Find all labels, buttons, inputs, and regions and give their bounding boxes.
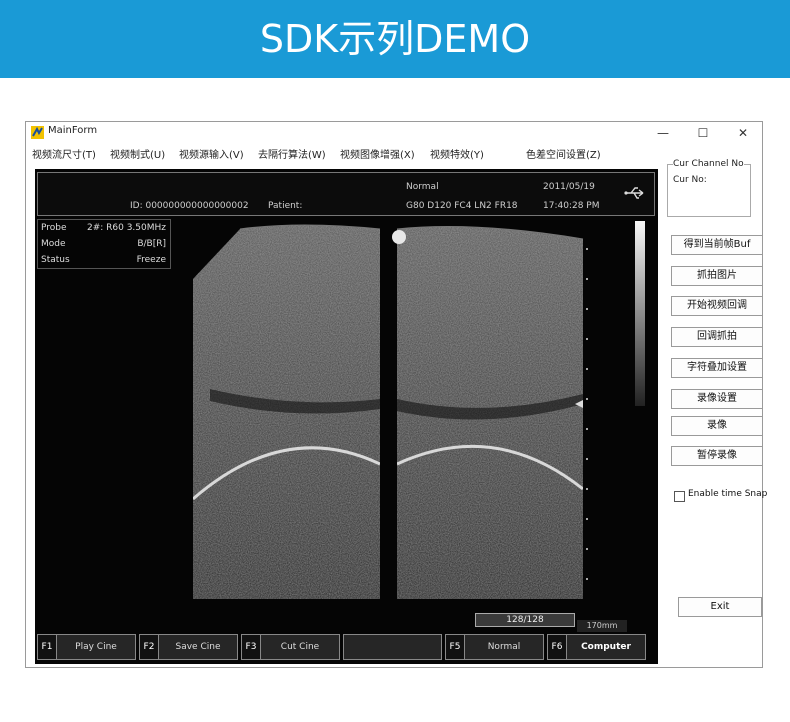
fkey-empty[interactable] (343, 634, 442, 660)
status-label: Status (41, 255, 70, 265)
title-bar: MainForm — ☐ ✕ (26, 122, 762, 144)
maximize-button[interactable]: ☐ (683, 122, 723, 144)
usb-icon (624, 187, 644, 199)
menu-color-space[interactable]: 色差空间设置(Z) (526, 146, 601, 161)
probe-value: 2#: R60 3.50MHz (86, 223, 166, 233)
ultrasound-info-bar: ID: 000000000000000002 Patient: Normal G… (37, 172, 655, 216)
fkey-play-cine[interactable]: F1 Play Cine (37, 634, 136, 660)
menu-video-effects[interactable]: 视频特效(Y) (430, 146, 484, 161)
menu-bar: 视频流尺寸(T) 视频制式(U) 视频源输入(V) 去隔行算法(W) 视频图像增… (26, 144, 762, 162)
grayscale-bar (635, 221, 645, 406)
depth-scale-dots (586, 248, 588, 580)
get-frame-buffer-button[interactable]: 得到当前帧Buf (671, 235, 763, 255)
mode-row-label: Mode (41, 239, 66, 249)
video-viewer[interactable]: ID: 000000000000000002 Patient: Normal G… (35, 169, 658, 664)
channel-group: Cur Channel No Cur No: (667, 159, 751, 217)
enable-time-snap-label: Enable time Snap (688, 489, 768, 499)
scan-time: 17:40:28 PM (543, 201, 600, 211)
pause-record-button[interactable]: 暂停录像 (671, 446, 763, 466)
app-icon (31, 126, 44, 139)
probe-info: Probe 2#: R60 3.50MHz Mode B/B[R] Status… (37, 219, 171, 269)
status-value: Freeze (136, 255, 166, 265)
orientation-marker-icon (392, 230, 406, 244)
probe-label: Probe (41, 223, 67, 233)
depth-readout: 170mm (577, 620, 627, 632)
record-settings-button[interactable]: 录像设置 (671, 389, 763, 409)
scan-params: G80 D120 FC4 LN2 FR18 (406, 201, 518, 211)
fkey-cut-cine[interactable]: F3 Cut Cine (241, 634, 340, 660)
mode-label: Normal (406, 182, 439, 192)
callback-snapshot-button[interactable]: 回调抓拍 (671, 327, 763, 347)
mode-row-value: B/B[R] (137, 239, 166, 249)
menu-video-input[interactable]: 视频源输入(V) (179, 146, 244, 161)
minimize-button[interactable]: — (643, 122, 683, 144)
main-window: MainForm — ☐ ✕ 视频流尺寸(T) 视频制式(U) 视频源输入(V)… (25, 121, 767, 668)
enable-time-snap-checkbox[interactable] (674, 491, 685, 502)
osd-settings-button[interactable]: 字符叠加设置 (671, 358, 763, 378)
scan-date: 2011/05/19 (543, 182, 595, 192)
menu-stream-size[interactable]: 视频流尺寸(T) (32, 146, 96, 161)
menu-image-enhance[interactable]: 视频图像增强(X) (340, 146, 415, 161)
window-title: MainForm (48, 125, 98, 136)
banner-title: SDK示列DEMO (259, 17, 531, 61)
patient-label: Patient: (268, 201, 303, 211)
exit-button[interactable]: Exit (678, 597, 762, 617)
frame-counter[interactable]: 128/128 (475, 613, 575, 627)
snapshot-button[interactable]: 抓拍图片 (671, 266, 763, 286)
cur-channel-label: Cur Channel No (673, 159, 744, 169)
fkey-normal[interactable]: F5 Normal (445, 634, 544, 660)
close-button[interactable]: ✕ (723, 122, 763, 144)
fkey-computer[interactable]: F6 Computer (547, 634, 646, 660)
record-button[interactable]: 录像 (671, 416, 763, 436)
fkey-save-cine[interactable]: F2 Save Cine (139, 634, 238, 660)
scan-fan-left (193, 224, 381, 599)
start-video-callback-button[interactable]: 开始视频回调 (671, 296, 763, 316)
patient-id: ID: 000000000000000002 (130, 201, 249, 211)
cur-no-label: Cur No: (673, 175, 707, 185)
menu-video-standard[interactable]: 视频制式(U) (110, 146, 165, 161)
menu-deinterlace[interactable]: 去隔行算法(W) (258, 146, 326, 161)
scan-fan-right (396, 226, 584, 600)
